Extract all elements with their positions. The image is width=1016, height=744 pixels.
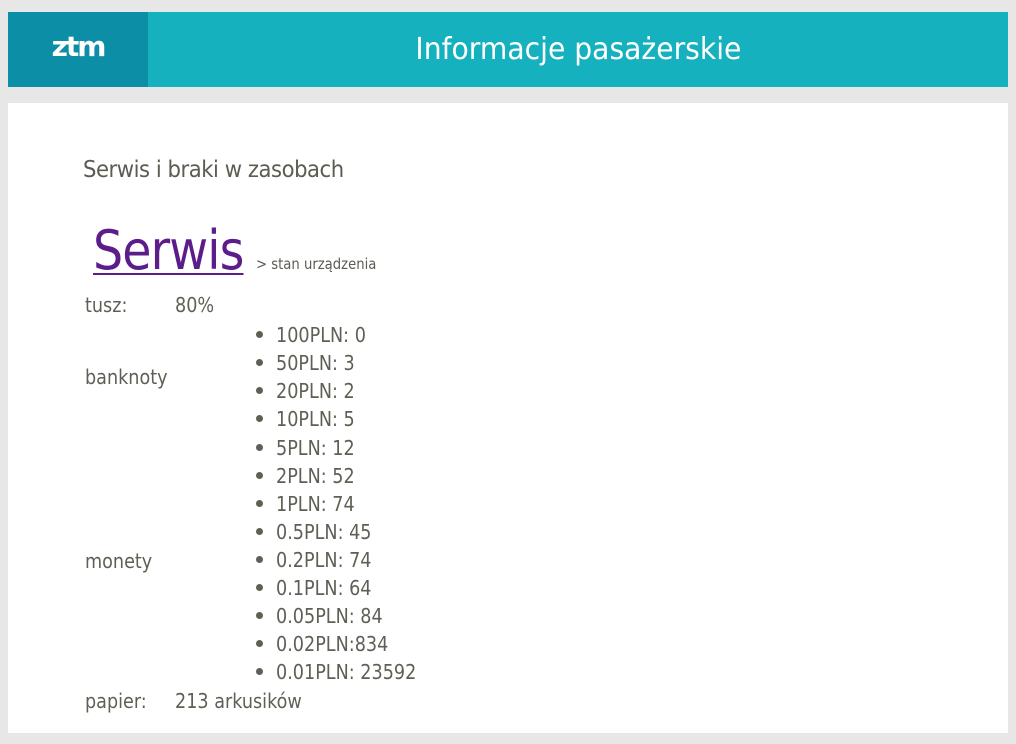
list-bullet [256, 415, 263, 422]
coin-item-0-02: 0.02PLN:834 [276, 632, 389, 656]
coin-item-0-01: 0.01PLN: 23592 [276, 660, 417, 684]
paper-label: papier: [85, 689, 147, 713]
list-bullet [256, 500, 263, 507]
page-title: Informacje pasażerskie [414, 32, 741, 67]
banknote-item-50: 50PLN: 3 [276, 351, 355, 375]
banknote-item-20: 20PLN: 2 [276, 379, 355, 403]
coin-item-5: 5PLN: 12 [276, 436, 355, 460]
list-bullet [256, 584, 263, 591]
list-bullet [256, 640, 263, 647]
section-title: Serwis i braki w zasobach [83, 157, 344, 183]
list-bullet [256, 331, 263, 338]
list-bullet [256, 612, 263, 619]
app-header: ztm Informacje pasażerskie [8, 12, 1008, 87]
service-heading: Serwis > stan urządzenia [93, 219, 393, 282]
device-state-breadcrumb: > stan urządzenia [256, 255, 377, 273]
list-bullet [256, 668, 263, 675]
ink-value: 80% [175, 293, 215, 317]
paper-value: 213 arkusików [175, 689, 302, 713]
banknote-item-10: 10PLN: 5 [276, 407, 355, 431]
coin-item-0-2: 0.2PLN: 74 [276, 548, 372, 572]
service-panel: Serwis i braki w zasobach Serwis > stan … [8, 103, 1008, 733]
list-bullet [256, 444, 263, 451]
list-bullet [256, 387, 263, 394]
list-bullet [256, 472, 263, 479]
ztm-logo[interactable]: ztm [8, 12, 148, 87]
coin-item-0-5: 0.5PLN: 45 [276, 520, 372, 544]
list-bullet [256, 359, 263, 366]
list-bullet [256, 556, 263, 563]
serwis-link[interactable]: Serwis [93, 219, 244, 282]
coin-item-2: 2PLN: 52 [276, 464, 355, 488]
coins-label: monety [85, 549, 153, 573]
coin-item-1: 1PLN: 74 [276, 492, 355, 516]
banknote-item-100: 100PLN: 0 [276, 323, 366, 347]
list-bullet [256, 528, 263, 535]
banknotes-label: banknoty [85, 365, 168, 389]
coin-item-0-1: 0.1PLN: 64 [276, 576, 372, 600]
logo-text: ztm [51, 30, 107, 63]
coin-item-0-05: 0.05PLN: 84 [276, 604, 383, 628]
header-title-area: Informacje pasażerskie [148, 12, 1008, 87]
ink-label: tusz: [85, 293, 128, 317]
